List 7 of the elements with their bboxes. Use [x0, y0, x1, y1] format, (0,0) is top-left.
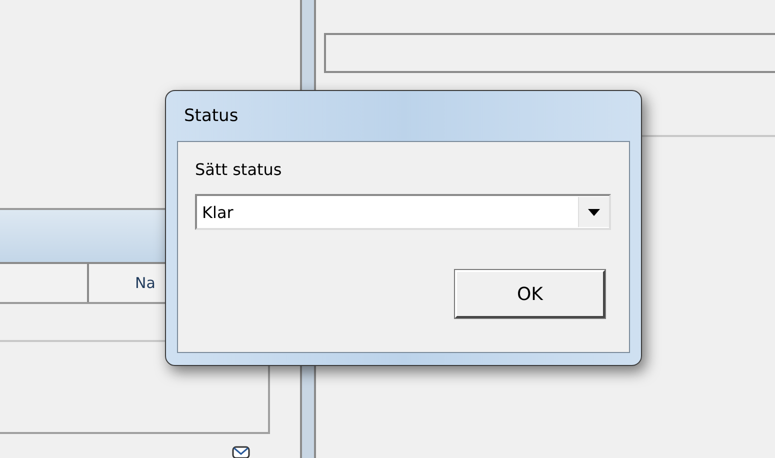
status-dropdown[interactable]: Klar	[195, 194, 611, 230]
envelope-icon[interactable]	[232, 446, 250, 458]
caret-icon	[588, 208, 600, 216]
text-field[interactable]	[324, 33, 775, 73]
field-label: Sätt status	[195, 160, 283, 181]
ok-button[interactable]: OK	[455, 270, 605, 318]
dialog-title: Status	[183, 105, 240, 128]
